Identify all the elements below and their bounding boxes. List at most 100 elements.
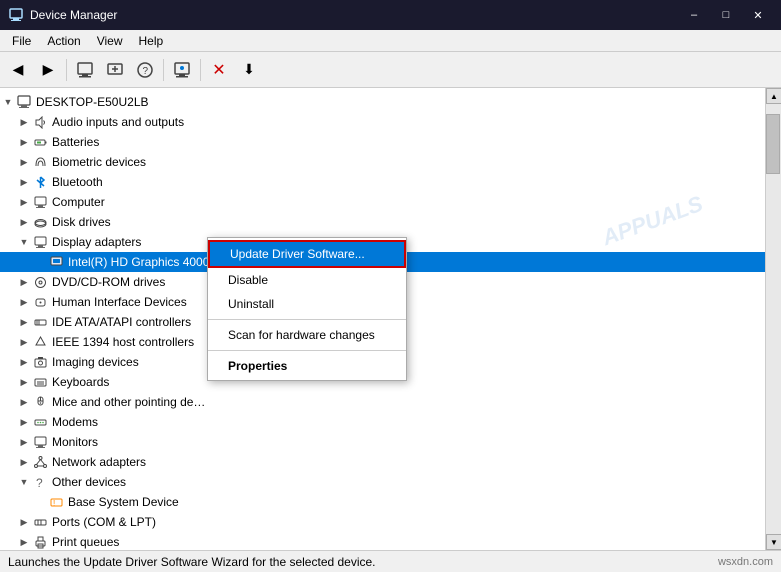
tree-item-monitors[interactable]: ▶ Monitors bbox=[0, 432, 765, 452]
tree-expand-icon[interactable]: ▶ bbox=[16, 314, 32, 330]
tree-expand-icon[interactable] bbox=[32, 254, 48, 270]
app-icon bbox=[8, 7, 24, 23]
context-menu-item-scan[interactable]: Scan for hardware changes bbox=[208, 323, 406, 347]
tree-expand-icon[interactable]: ▶ bbox=[16, 134, 32, 150]
tree-expand-icon[interactable]: ▶ bbox=[16, 514, 32, 530]
minimize-button[interactable]: – bbox=[679, 1, 709, 29]
back-button[interactable]: ◀ bbox=[4, 56, 32, 84]
tree-expand-icon[interactable]: ▶ bbox=[16, 414, 32, 430]
tree-item-label-monitors: Monitors bbox=[52, 435, 98, 449]
svg-text:?: ? bbox=[143, 66, 149, 77]
tree-item-mice[interactable]: ▶Mice and other pointing de… bbox=[0, 392, 765, 412]
tree-expand-icon[interactable]: ▼ bbox=[16, 234, 32, 250]
tree-expand-icon[interactable]: ▶ bbox=[16, 394, 32, 410]
tree-item-icon-ide bbox=[32, 314, 48, 330]
tree-item-icon-other: ? bbox=[32, 474, 48, 490]
status-bar: Launches the Update Driver Software Wiza… bbox=[0, 550, 781, 572]
tree-item-label-keyboards: Keyboards bbox=[52, 375, 109, 389]
tree-expand-icon[interactable]: ▶ bbox=[16, 114, 32, 130]
context-menu-item-update[interactable]: Update Driver Software... bbox=[208, 240, 406, 268]
tree-root[interactable]: ▼ DESKTOP-E50U2LB bbox=[0, 92, 765, 112]
tree-expand-icon[interactable]: ▶ bbox=[16, 434, 32, 450]
close-button[interactable]: ✕ bbox=[743, 1, 773, 29]
scroll-up-button[interactable]: ▲ bbox=[766, 88, 781, 104]
scroll-track[interactable] bbox=[766, 104, 781, 534]
monitor-button[interactable] bbox=[168, 56, 196, 84]
tree-item-network[interactable]: ▶ Network adapters bbox=[0, 452, 765, 472]
forward-button[interactable]: ▶ bbox=[34, 56, 62, 84]
tree-item-label-audio: Audio inputs and outputs bbox=[52, 115, 184, 129]
toolbar-separator-2 bbox=[163, 59, 164, 81]
tree-item-label-computer: Computer bbox=[52, 195, 105, 209]
scroll-thumb[interactable] bbox=[766, 114, 780, 174]
tree-expand-icon[interactable]: ▶ bbox=[16, 214, 32, 230]
tree-item-label-hid: Human Interface Devices bbox=[52, 295, 187, 309]
uninstall-button[interactable]: ✕ bbox=[205, 56, 233, 84]
vertical-scrollbar[interactable]: ▲ ▼ bbox=[765, 88, 781, 550]
tree-item-icon-batteries bbox=[32, 134, 48, 150]
context-menu-item-disable[interactable]: Disable bbox=[208, 268, 406, 292]
tree-item-batteries[interactable]: ▶Batteries bbox=[0, 132, 765, 152]
menu-file[interactable]: File bbox=[4, 32, 39, 50]
tree-item-icon-diskdrives bbox=[32, 214, 48, 230]
tree-item-icon-print bbox=[32, 534, 48, 550]
svg-text:?: ? bbox=[36, 476, 43, 489]
properties-button[interactable] bbox=[71, 56, 99, 84]
menu-action[interactable]: Action bbox=[39, 32, 88, 50]
tree-expand-icon[interactable]: ▶ bbox=[16, 454, 32, 470]
context-menu-item-properties[interactable]: Properties bbox=[208, 354, 406, 378]
tree-expand-icon[interactable]: ▶ bbox=[16, 174, 32, 190]
tree-item-bluetooth[interactable]: ▶ Bluetooth bbox=[0, 172, 765, 192]
tree-expand-icon[interactable]: ▶ bbox=[16, 154, 32, 170]
scroll-down-button[interactable]: ▼ bbox=[766, 534, 781, 550]
tree-item-label-network: Network adapters bbox=[52, 455, 146, 469]
tree-item-icon-network bbox=[32, 454, 48, 470]
update-driver-button[interactable] bbox=[101, 56, 129, 84]
tree-item-diskdrives[interactable]: ▶Disk drives bbox=[0, 212, 765, 232]
tree-item-label-biometric: Biometric devices bbox=[52, 155, 146, 169]
tree-item-other[interactable]: ▼? Other devices bbox=[0, 472, 765, 492]
tree-item-biometric[interactable]: ▶ Biometric devices bbox=[0, 152, 765, 172]
tree-item-label-dvd: DVD/CD-ROM drives bbox=[52, 275, 165, 289]
tree-item-computer[interactable]: ▶ Computer bbox=[0, 192, 765, 212]
tree-item-label-ports: Ports (COM & LPT) bbox=[52, 515, 156, 529]
tree-expand-icon[interactable]: ▶ bbox=[16, 374, 32, 390]
tree-item-basesystem[interactable]: !Base System Device bbox=[0, 492, 765, 512]
help-button[interactable]: ? bbox=[131, 56, 159, 84]
tree-expand-icon[interactable]: ▶ bbox=[16, 334, 32, 350]
tree-item-print[interactable]: ▶Print queues bbox=[0, 532, 765, 550]
tree-item-icon-hid bbox=[32, 294, 48, 310]
tree-expand-icon[interactable]: ▶ bbox=[16, 354, 32, 370]
tree-item-icon-keyboards bbox=[32, 374, 48, 390]
tree-item-ports[interactable]: ▶ Ports (COM & LPT) bbox=[0, 512, 765, 532]
tree-item-label-other: Other devices bbox=[52, 475, 126, 489]
context-menu-item-uninstall[interactable]: Uninstall bbox=[208, 292, 406, 316]
tree-item-icon-audio bbox=[32, 114, 48, 130]
tree-expand-icon[interactable] bbox=[32, 494, 48, 510]
root-expand-icon[interactable]: ▼ bbox=[0, 94, 16, 110]
tree-expand-icon[interactable]: ▶ bbox=[16, 294, 32, 310]
tree-item-icon-monitors bbox=[32, 434, 48, 450]
tree-item-label-display: Display adapters bbox=[52, 235, 141, 249]
tree-item-label-modems: Modems bbox=[52, 415, 98, 429]
maximize-button[interactable]: □ bbox=[711, 1, 741, 29]
menu-help[interactable]: Help bbox=[131, 32, 172, 50]
tree-item-icon-imaging bbox=[32, 354, 48, 370]
tree-item-icon-ports bbox=[32, 514, 48, 530]
tree-expand-icon[interactable]: ▼ bbox=[16, 474, 32, 490]
tree-item-icon-dvd bbox=[32, 274, 48, 290]
toolbar-separator-3 bbox=[200, 59, 201, 81]
tree-item-label-bluetooth: Bluetooth bbox=[52, 175, 103, 189]
tree-item-icon-ieee bbox=[32, 334, 48, 350]
root-label: DESKTOP-E50U2LB bbox=[36, 95, 149, 109]
menu-view[interactable]: View bbox=[89, 32, 131, 50]
scan-button[interactable]: ⬇ bbox=[235, 56, 263, 84]
tree-item-audio[interactable]: ▶ Audio inputs and outputs bbox=[0, 112, 765, 132]
context-menu-separator bbox=[208, 350, 406, 351]
tree-item-modems[interactable]: ▶ Modems bbox=[0, 412, 765, 432]
tree-expand-icon[interactable]: ▶ bbox=[16, 194, 32, 210]
tree-expand-icon[interactable]: ▶ bbox=[16, 274, 32, 290]
tree-item-icon-modems bbox=[32, 414, 48, 430]
tree-expand-icon[interactable]: ▶ bbox=[16, 534, 32, 550]
window-title: Device Manager bbox=[30, 8, 679, 22]
